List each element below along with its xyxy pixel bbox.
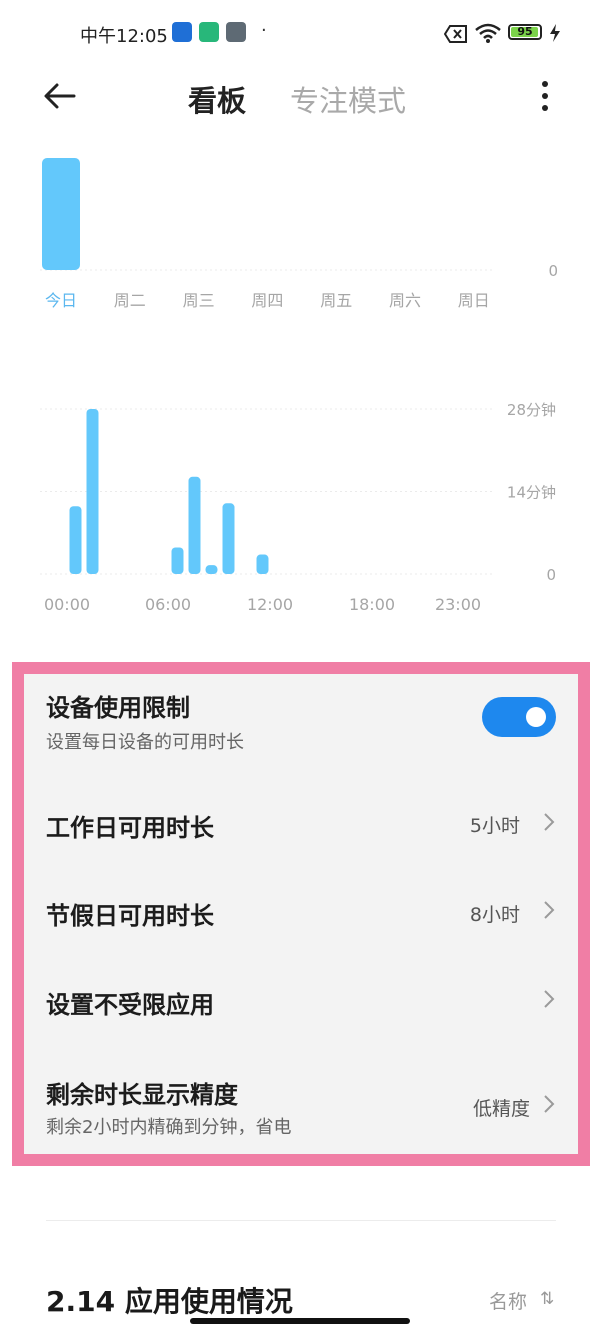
app-usage-title: 2.14 应用使用情况 xyxy=(46,1285,293,1318)
sort-by-name-button[interactable]: 名称 xyxy=(489,1287,527,1314)
hourly-usage-chart: 28分钟 14分钟 0 00:00 06:00 12:00 18:00 23:00 xyxy=(40,401,556,614)
x-tick-label: 18:00 xyxy=(349,595,395,614)
x-tick-label: 周日 xyxy=(458,291,490,310)
notification-dot-icon: · xyxy=(261,20,267,41)
x-tick-label: 06:00 xyxy=(145,595,191,614)
chevron-right-icon xyxy=(544,901,555,919)
display-precision-value: 低精度 xyxy=(472,1098,530,1120)
status-time: 中午12:05 xyxy=(80,26,168,47)
x-tick-label: 周五 xyxy=(320,291,352,310)
x-tick-label: 周六 xyxy=(389,291,421,310)
hourly-bar-3 xyxy=(188,476,201,574)
x-tick-label: 周二 xyxy=(114,291,146,310)
chevron-right-icon xyxy=(544,990,555,1008)
y-tick-label: 14分钟 xyxy=(507,484,556,502)
weekly-bar-0 xyxy=(42,158,80,270)
workday-limit-title: 工作日可用时长 xyxy=(46,814,214,842)
tab-focus-mode[interactable]: 专注模式 xyxy=(290,78,406,120)
x-tick-label: 今日 xyxy=(45,291,77,310)
hourly-bar-2 xyxy=(171,547,184,574)
device-limit-toggle[interactable] xyxy=(482,697,556,737)
holiday-limit-value: 8小时 xyxy=(469,904,520,926)
holiday-limit-title: 节假日可用时长 xyxy=(46,902,214,930)
section-divider xyxy=(46,1220,556,1221)
battery-level-text: 95 xyxy=(517,25,533,38)
x-tick-label: 周三 xyxy=(183,291,215,310)
display-precision-title: 剩余时长显示精度 xyxy=(46,1081,238,1109)
chevron-right-icon xyxy=(544,813,555,831)
weekly-usage-chart: 0 今日 周二 周三 周四 周五 周六 周日 xyxy=(40,158,558,310)
y-tick-label: 0 xyxy=(548,262,558,280)
hourly-bar-5 xyxy=(222,503,235,574)
chevron-right-icon xyxy=(544,1095,555,1113)
x-tick-label: 23:00 xyxy=(435,595,481,614)
device-limit-title: 设备使用限制 xyxy=(46,694,190,722)
unrestricted-apps-title: 设置不受限应用 xyxy=(46,991,214,1019)
hourly-bar-1 xyxy=(86,409,99,574)
x-tick-label: 周四 xyxy=(251,291,283,310)
hourly-bar-6 xyxy=(256,554,269,574)
x-tick-label: 12:00 xyxy=(247,595,293,614)
no-sim-icon xyxy=(444,25,467,43)
battery-icon: 95 xyxy=(508,24,542,40)
more-options-icon[interactable] xyxy=(530,78,560,114)
y-tick-label: 0 xyxy=(546,566,556,584)
toggle-knob xyxy=(526,707,546,727)
home-indicator xyxy=(190,1318,410,1324)
wifi-icon xyxy=(475,23,501,43)
hourly-bar-4 xyxy=(205,565,218,574)
device-limit-subtitle: 设置每日设备的可用时长 xyxy=(46,732,244,753)
sort-icon[interactable]: ⇅ xyxy=(540,1289,554,1309)
workday-limit-value: 5小时 xyxy=(469,815,520,837)
y-tick-label: 28分钟 xyxy=(507,401,556,419)
gray-app-icon xyxy=(226,22,246,42)
tab-dashboard[interactable]: 看板 xyxy=(188,78,246,120)
display-precision-subtitle: 剩余2小时内精确到分钟，省电 xyxy=(46,1117,292,1138)
x-tick-label: 00:00 xyxy=(44,595,90,614)
back-arrow-icon[interactable] xyxy=(40,76,80,116)
zhihu-app-icon xyxy=(172,22,192,42)
hourly-bar-0 xyxy=(69,506,82,574)
charging-icon xyxy=(550,24,560,42)
green-app-icon xyxy=(199,22,219,42)
